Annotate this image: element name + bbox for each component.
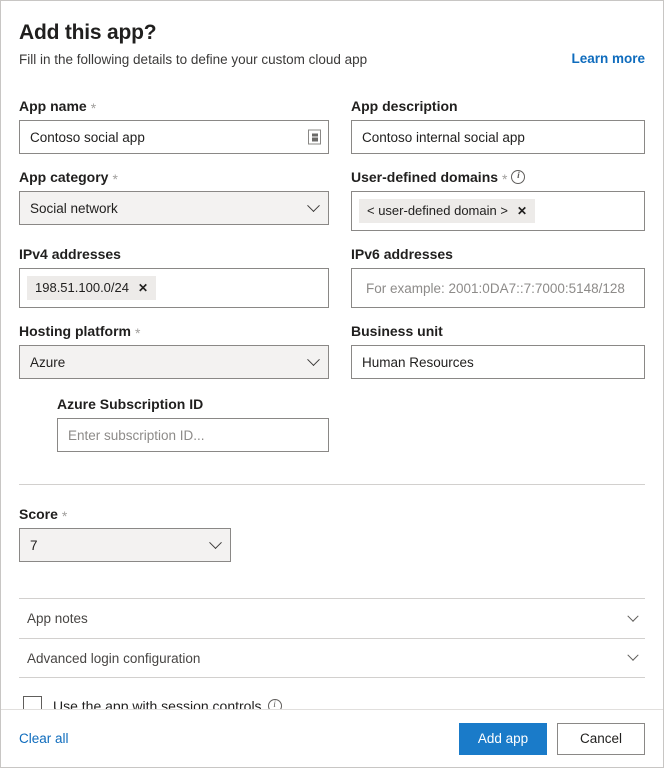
required-marker: * — [90, 100, 97, 116]
dialog-footer: Clear all Add app Cancel — [1, 709, 663, 767]
ipv6-addresses-input[interactable]: For example: 2001:0DA7::7:7000:5148/128 — [351, 268, 645, 308]
label-ipv6-addresses-text: IPv6 addresses — [351, 246, 453, 262]
azure-subscription-id-placeholder: Enter subscription ID... — [68, 427, 205, 443]
app-category-value: Social network — [30, 200, 118, 216]
label-app-name-text: App name — [19, 98, 87, 114]
accordion-advanced-login-configuration[interactable]: Advanced login configuration — [19, 638, 645, 678]
cancel-button[interactable]: Cancel — [557, 722, 645, 755]
add-app-dialog: Add this app? Fill in the following deta… — [0, 0, 664, 768]
score-value: 7 — [30, 537, 38, 553]
dialog-header: Add this app? Fill in the following deta… — [19, 21, 645, 67]
required-marker: * — [135, 325, 141, 341]
label-user-defined-domains-text: User-defined domains — [351, 169, 499, 185]
app-name-input[interactable]: Contoso social app — [19, 120, 329, 154]
app-description-value: Contoso internal social app — [362, 129, 525, 145]
page-subtitle: Fill in the following details to define … — [19, 52, 368, 67]
label-app-category-text: App category — [19, 169, 109, 185]
session-controls-checkbox[interactable] — [23, 696, 42, 709]
business-unit-value: Human Resources — [362, 354, 474, 370]
label-app-description: App description — [351, 97, 645, 115]
info-icon[interactable]: i — [267, 698, 282, 709]
add-app-button[interactable]: Add app — [459, 722, 547, 755]
app-category-select[interactable]: Social network — [19, 191, 329, 225]
label-app-description-text: App description — [351, 98, 458, 114]
hosting-platform-select[interactable]: Azure — [19, 345, 329, 379]
app-description-input[interactable]: Contoso internal social app — [351, 120, 645, 154]
label-user-defined-domains: User-defined domains * i — [351, 168, 645, 186]
clear-all-link[interactable]: Clear all — [19, 731, 69, 746]
label-ipv4-addresses: IPv4 addresses — [19, 245, 329, 263]
label-score: Score * — [19, 505, 645, 523]
field-user-defined-domains: User-defined domains * i < user-defined … — [351, 168, 645, 231]
required-marker: * — [61, 508, 68, 524]
app-name-value: Contoso social app — [30, 129, 145, 145]
label-ipv6-addresses: IPv6 addresses — [351, 245, 645, 263]
session-controls-row: Use the app with session controls i — [19, 696, 645, 709]
ipv4-chip: 198.51.100.0/24 ✕ — [27, 276, 157, 300]
label-azure-subscription-id-text: Azure Subscription ID — [57, 396, 204, 412]
chevron-down-icon — [627, 610, 639, 622]
ipv4-chip-label: 198.51.100.0/24 — [35, 280, 129, 295]
learn-more-link[interactable]: Learn more — [571, 51, 645, 66]
field-hosting-platform: Hosting platform * Azure Azure Subscript… — [19, 322, 329, 452]
chevron-down-icon — [627, 649, 639, 661]
ipv6-addresses-placeholder: For example: 2001:0DA7::7:7000:5148/128 — [366, 280, 625, 296]
required-marker: * — [502, 171, 508, 187]
label-score-text: Score — [19, 506, 58, 522]
label-app-category: App category * — [19, 168, 329, 186]
business-unit-input[interactable]: Human Resources — [351, 345, 645, 379]
chevron-down-icon — [307, 198, 320, 212]
score-select[interactable]: 7 — [19, 528, 231, 562]
field-ipv4-addresses: IPv4 addresses 198.51.100.0/24 ✕ — [19, 245, 329, 308]
field-business-unit: Business unit Human Resources — [351, 322, 645, 452]
accordion-advanced-login-configuration-label: Advanced login configuration — [27, 650, 201, 666]
field-app-category: App category * Social network — [19, 168, 329, 231]
user-defined-domains-input[interactable]: < user-defined domain > ✕ — [351, 191, 645, 231]
dialog-content: Add this app? Fill in the following deta… — [1, 1, 663, 709]
info-icon[interactable]: i — [511, 170, 526, 184]
field-score: Score * 7 — [19, 505, 645, 562]
label-hosting-platform-text: Hosting platform — [19, 323, 131, 339]
ime-input-mode-icon[interactable] — [308, 129, 321, 145]
label-app-name: App name * — [19, 97, 329, 115]
field-ipv6-addresses: IPv6 addresses For example: 2001:0DA7::7… — [351, 245, 645, 308]
page-title: Add this app? — [19, 21, 157, 44]
field-app-name: App name * Contoso social app — [19, 97, 329, 154]
ipv4-addresses-input[interactable]: 198.51.100.0/24 ✕ — [19, 268, 329, 308]
remove-chip-icon[interactable]: ✕ — [138, 282, 148, 294]
required-marker: * — [112, 171, 118, 187]
label-business-unit-text: Business unit — [351, 323, 443, 339]
field-azure-subscription-id: Azure Subscription ID Enter subscription… — [57, 395, 329, 452]
session-controls-label-group: Use the app with session controls i — [53, 697, 282, 710]
field-app-description: App description Contoso internal social … — [351, 97, 645, 154]
domain-chip-label: < user-defined domain > — [367, 203, 508, 218]
label-ipv4-addresses-text: IPv4 addresses — [19, 246, 121, 262]
hosting-platform-value: Azure — [30, 354, 66, 370]
chevron-down-icon — [307, 352, 320, 366]
accordion-app-notes-label: App notes — [27, 611, 88, 626]
chevron-down-icon — [209, 535, 222, 549]
label-azure-subscription-id: Azure Subscription ID — [57, 395, 329, 413]
accordion-app-notes[interactable]: App notes — [19, 598, 645, 638]
azure-subscription-id-input[interactable]: Enter subscription ID... — [57, 418, 329, 452]
form-grid: App name * Contoso social app App descri… — [19, 97, 645, 466]
remove-chip-icon[interactable]: ✕ — [517, 205, 527, 217]
section-divider — [19, 484, 645, 485]
label-hosting-platform: Hosting platform * — [19, 322, 329, 340]
domain-chip: < user-defined domain > ✕ — [359, 199, 535, 223]
session-controls-label: Use the app with session controls — [53, 697, 262, 710]
label-business-unit: Business unit — [351, 322, 645, 340]
accordion-group: App notes Advanced login configuration — [19, 598, 645, 678]
